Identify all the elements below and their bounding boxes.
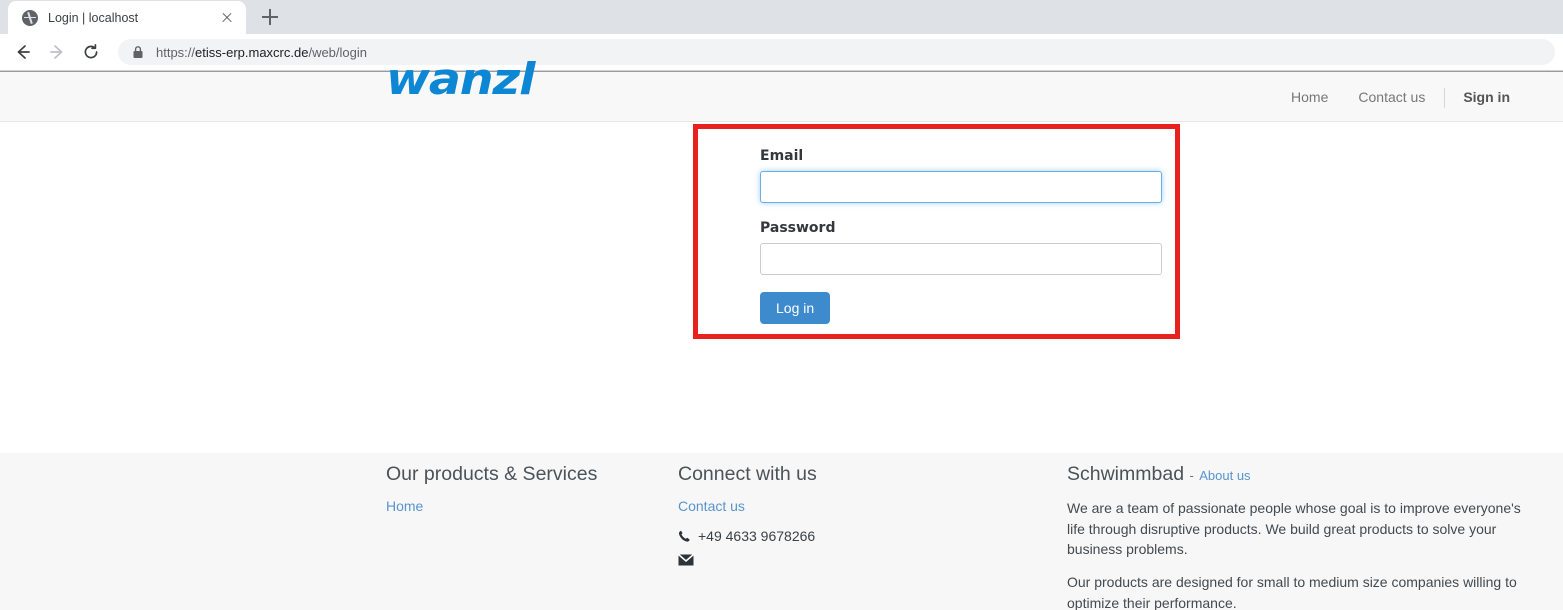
field-spacer (760, 203, 1175, 220)
page-body: wanzl Home Contact us Sign in Email Pass… (0, 54, 1563, 610)
footer-connect-title: Connect with us (678, 463, 817, 485)
address-bar[interactable]: https://etiss-erp.maxcrc.de/web/login (118, 39, 1555, 65)
close-icon[interactable] (218, 9, 236, 27)
lock-icon (133, 46, 143, 58)
address-bar-url: https://etiss-erp.maxcrc.de/web/login (156, 45, 367, 60)
footer-column-about: Schwimmbad - About us We are a team of p… (1067, 463, 1532, 610)
footer-about-dash: - (1189, 468, 1194, 483)
reload-icon[interactable] (76, 37, 106, 67)
password-input[interactable] (760, 243, 1162, 275)
footer-about-title: Schwimmbad - About us (1067, 463, 1532, 486)
envelope-icon[interactable] (678, 554, 694, 566)
site-footer: Our products & Services Home Connect wit… (0, 453, 1563, 610)
footer-phone-line: +49 4633 9678266 (678, 528, 1018, 544)
nav-link-home[interactable]: Home (1276, 72, 1343, 123)
footer-link-home[interactable]: Home (386, 498, 656, 514)
footer-columns: Our products & Services Home Connect wit… (0, 453, 1563, 610)
nav-divider (1444, 87, 1446, 108)
phone-icon (678, 530, 690, 542)
nav-link-sign-in[interactable]: Sign in (1449, 72, 1525, 123)
password-label: Password (760, 220, 836, 236)
browser-toolbar: https://etiss-erp.maxcrc.de/web/login (0, 34, 1563, 71)
main-content: Email Password Log in (0, 122, 1563, 382)
footer-column-connect: Connect with us Contact us +49 4633 9678… (678, 463, 1018, 576)
footer-phone-number: +49 4633 9678266 (698, 528, 816, 545)
new-tab-button[interactable] (256, 3, 284, 31)
tab-strip: Login | localhost (0, 0, 1563, 34)
login-form: Email Password Log in (698, 129, 1175, 324)
site-header: wanzl Home Contact us Sign in (0, 54, 1563, 123)
browser-chrome: Login | localhost https://etiss-erp.maxc… (0, 0, 1563, 71)
header-nav: Home Contact us Sign in (1276, 72, 1525, 123)
footer-about-paragraph-2: Our products are designed for small to m… (1067, 574, 1517, 610)
log-in-button[interactable]: Log in (760, 292, 831, 324)
url-host: etiss-erp.maxcrc.de (195, 44, 309, 60)
browser-tab[interactable]: Login | localhost (8, 1, 246, 34)
footer-link-contact-us[interactable]: Contact us (678, 498, 1018, 514)
email-input[interactable] (760, 171, 1162, 203)
footer-products-title: Our products & Services (386, 463, 598, 485)
url-path: /web/login (308, 44, 367, 60)
back-arrow-icon[interactable] (8, 37, 38, 67)
forward-arrow-icon[interactable] (42, 37, 72, 67)
login-highlight-box: Email Password Log in (693, 124, 1180, 339)
nav-link-contact-us[interactable]: Contact us (1343, 72, 1440, 123)
email-label: Email (760, 148, 804, 164)
tab-title: Login | localhost (48, 10, 139, 25)
footer-column-products: Our products & Services Home (386, 463, 656, 528)
wanzl-logo: wanzl (386, 54, 535, 105)
footer-about-paragraph-1: We are a team of passionate people whose… (1067, 500, 1521, 557)
footer-mail-line[interactable] (678, 554, 1018, 566)
url-scheme: https:// (156, 44, 196, 60)
footer-link-about-us[interactable]: About us (1199, 468, 1250, 483)
footer-about-brand: Schwimmbad (1067, 463, 1185, 485)
globe-icon (22, 9, 38, 26)
